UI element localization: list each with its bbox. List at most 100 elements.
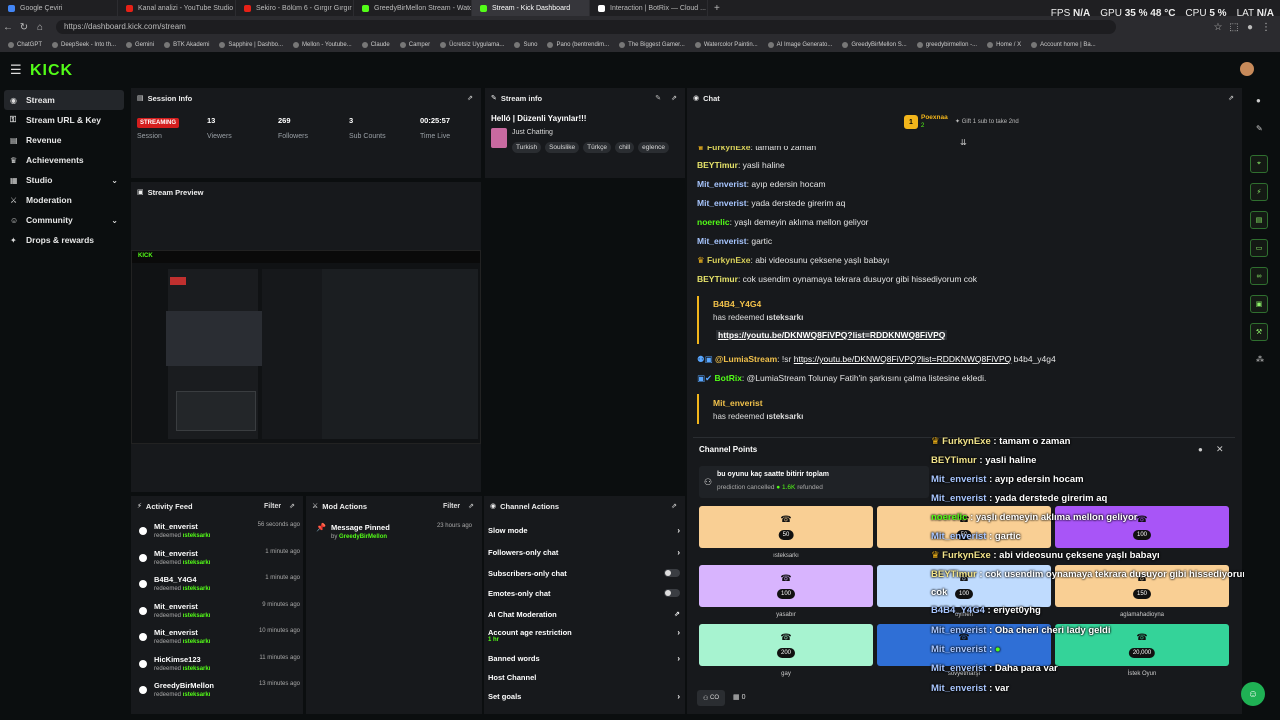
activity-row[interactable]: Mit_enverist redeemed ısteksarkı 56 second… bbox=[136, 521, 300, 547]
sidebar-item-stream[interactable]: ◉ Stream bbox=[4, 90, 124, 110]
sidebar-item-studio[interactable]: ▦ Studio ⌄ bbox=[0, 170, 128, 190]
bookmark-item[interactable]: Watercolor Paintin... bbox=[694, 42, 758, 48]
sidebar-item-drops-rewards[interactable]: ✦ Drops & rewards bbox=[0, 230, 128, 250]
browser-tab[interactable]: GreedyBirMellon Stream - Watch ... bbox=[354, 0, 472, 16]
redeem-user[interactable]: Mit_enverist bbox=[713, 398, 763, 408]
chevron-right-icon[interactable]: › bbox=[677, 548, 680, 557]
bookmark-item[interactable]: Camper bbox=[399, 42, 430, 48]
browser-tab[interactable]: Google Çeviri bbox=[0, 0, 118, 16]
chevron-down-icon[interactable]: ⌄ bbox=[111, 176, 118, 185]
browser-menu-icon[interactable]: ⋮ bbox=[1258, 22, 1274, 33]
kick-logo[interactable]: KICK bbox=[30, 62, 73, 80]
activity-user[interactable]: B4B4_Y4G4 bbox=[154, 575, 197, 584]
mod-action-user[interactable]: GreedyBirMellon bbox=[339, 534, 387, 540]
browser-tab[interactable]: Sekiro - Bölüm 6 - Gırgır Gırgır - Y bbox=[236, 0, 354, 16]
activity-user[interactable]: HicKimse123 bbox=[154, 655, 201, 664]
wrench-icon[interactable]: ⚒ bbox=[1250, 323, 1268, 341]
bookmark-item[interactable]: Mellon - Youtube... bbox=[293, 42, 352, 48]
channel-action-banned-words[interactable]: Banned words › bbox=[488, 654, 680, 663]
channel-action-slow-mode[interactable]: Slow mode › bbox=[488, 526, 680, 535]
sidebar-item-community[interactable]: ☺ Community ⌄ bbox=[0, 210, 128, 230]
activity-row[interactable]: B4B4_Y4G4 redeemed ısteksarkı 1 minute ago bbox=[136, 574, 300, 600]
edit-icon[interactable]: ✎ bbox=[655, 94, 661, 102]
channel-action-set-goals[interactable]: Set goals › bbox=[488, 692, 680, 701]
popout-icon[interactable]: ⇗ bbox=[468, 502, 474, 510]
settings-icon[interactable]: ● bbox=[1256, 96, 1261, 105]
filter-button[interactable]: Filter bbox=[264, 503, 281, 510]
popout-icon[interactable]: ⇗ bbox=[1228, 94, 1234, 102]
bookmark-item[interactable]: Claude bbox=[361, 42, 390, 48]
reward-card[interactable]: ☎ 200 bbox=[699, 624, 873, 666]
stream-tag[interactable]: eglence bbox=[638, 142, 669, 153]
bookmark-item[interactable]: Suno bbox=[514, 42, 537, 48]
link-icon[interactable]: ∞ bbox=[1250, 267, 1268, 285]
stream-tag[interactable]: Soulslike bbox=[545, 142, 580, 153]
popout-icon[interactable]: ⇗ bbox=[671, 502, 677, 510]
bookmark-item[interactable]: AI Image Generato... bbox=[767, 42, 832, 48]
sidebar-item-revenue[interactable]: ▤ Revenue bbox=[0, 130, 128, 150]
activity-user[interactable]: Mit_enverist bbox=[154, 549, 198, 558]
bookmark-item[interactable]: Pano (bentrendim... bbox=[547, 42, 609, 48]
toggle-switch[interactable] bbox=[664, 569, 680, 577]
extensions-icon[interactable]: ⬚ bbox=[1226, 22, 1242, 33]
chat-nick[interactable]: noerelic bbox=[697, 217, 730, 227]
browser-tab[interactable]: Kanal analizi - YouTube Studio bbox=[118, 0, 236, 16]
browser-tab[interactable]: Interaction | BotRix — Cloud ... bbox=[590, 0, 708, 16]
external-link-icon[interactable]: ⇗ bbox=[674, 610, 680, 618]
chat-nick[interactable]: BotRix bbox=[715, 373, 742, 383]
bookmark-item[interactable]: Account home | Ba... bbox=[1031, 42, 1096, 48]
document-icon[interactable]: ▤ bbox=[1250, 211, 1268, 229]
chat-nick[interactable]: @LumiaStream bbox=[715, 354, 777, 364]
stream-tag[interactable]: chill bbox=[614, 142, 635, 153]
message-icon[interactable]: ▭ bbox=[1250, 239, 1268, 257]
redeem-link[interactable]: https://youtu.be/DKNWQ8FiVPQ?list=RDDKNW… bbox=[716, 330, 948, 340]
activity-user[interactable]: Mit_enverist bbox=[154, 522, 198, 531]
bookmark-item[interactable]: Home / X bbox=[987, 42, 1021, 48]
sidebar-item-achievements[interactable]: ♛ Achievements bbox=[0, 150, 128, 170]
info-icon[interactable]: ● bbox=[1198, 445, 1203, 454]
bookmark-item[interactable]: DeepSeek - Into th... bbox=[52, 42, 116, 48]
reload-icon[interactable]: ↻ bbox=[16, 22, 32, 33]
raid-icon[interactable]: ⌖ bbox=[1250, 155, 1268, 173]
lightning-icon[interactable]: ⚡ bbox=[1250, 183, 1268, 201]
chat-nick[interactable]: BEYTimur bbox=[697, 274, 738, 284]
user-avatar[interactable] bbox=[1240, 62, 1254, 76]
pencil-icon[interactable]: ✎ bbox=[1256, 124, 1263, 133]
close-icon[interactable]: ✕ bbox=[1216, 444, 1224, 455]
toggle-switch[interactable] bbox=[664, 589, 680, 597]
chat-nick[interactable]: Mit_enverist bbox=[697, 236, 747, 246]
bookmark-item[interactable]: ChatGPT bbox=[8, 42, 42, 48]
support-chat-icon[interactable]: ☺ bbox=[1241, 682, 1265, 706]
chevron-right-icon[interactable]: › bbox=[677, 692, 680, 701]
chevron-right-icon[interactable]: › bbox=[677, 628, 680, 637]
channel-action-subscribers-only-chat[interactable]: Subscribers-only chat bbox=[488, 569, 680, 578]
sidebar-item-stream-url-key[interactable]: ⚿ Stream URL & Key bbox=[0, 110, 128, 130]
chat-nick[interactable]: Mit_enverist bbox=[697, 179, 747, 189]
home-icon[interactable]: ⌂ bbox=[32, 22, 48, 33]
channel-action-account-age-restriction[interactable]: Account age restriction 1 hr › bbox=[488, 628, 680, 643]
star-icon[interactable]: ☆ bbox=[1210, 22, 1226, 33]
popout-icon[interactable]: ⇗ bbox=[671, 94, 677, 102]
chevron-right-icon[interactable]: › bbox=[677, 526, 680, 535]
drops-counter[interactable]: ▦ 0 bbox=[733, 693, 745, 701]
chevron-right-icon[interactable]: › bbox=[677, 654, 680, 663]
chat-nick[interactable]: FurkynExe bbox=[707, 255, 750, 265]
hamburger-menu-icon[interactable]: ☰ bbox=[10, 62, 22, 78]
activity-user[interactable]: GreedyBirMellon bbox=[154, 681, 214, 690]
activity-row[interactable]: GreedyBirMellon redeemed ısteksarkı 13 min… bbox=[136, 680, 300, 706]
chat-nick[interactable]: BEYTimur bbox=[697, 160, 738, 170]
bookmark-item[interactable]: greedybirmellon -... bbox=[916, 42, 977, 48]
activity-row[interactable]: Mit_enverist redeemed ısteksarkı 1 minute … bbox=[136, 548, 300, 574]
bookmark-item[interactable]: GreedyBirMellon S... bbox=[842, 42, 907, 48]
chat-nick[interactable]: Mit_enverist bbox=[697, 198, 747, 208]
bookmark-item[interactable]: Sapphire | Dashbo... bbox=[219, 42, 283, 48]
activity-row[interactable]: Mit_enverist redeemed ısteksarkı 10 minute… bbox=[136, 627, 300, 653]
bookmark-item[interactable]: BTK Akademi bbox=[164, 42, 209, 48]
chat-link[interactable]: https://youtu.be/DKNWQ8FiVPQ?list=RDDKNW… bbox=[794, 354, 1012, 364]
channel-action-emotes-only-chat[interactable]: Emotes-only chat bbox=[488, 589, 680, 598]
channel-action-host-channel[interactable]: Host Channel bbox=[488, 673, 680, 682]
reward-card[interactable]: ☎ 100 bbox=[699, 565, 873, 607]
profile-icon[interactable]: ● bbox=[1242, 22, 1258, 33]
url-input[interactable]: https://dashboard.kick.com/stream bbox=[56, 20, 1116, 34]
popout-icon[interactable]: ⇗ bbox=[467, 94, 473, 102]
